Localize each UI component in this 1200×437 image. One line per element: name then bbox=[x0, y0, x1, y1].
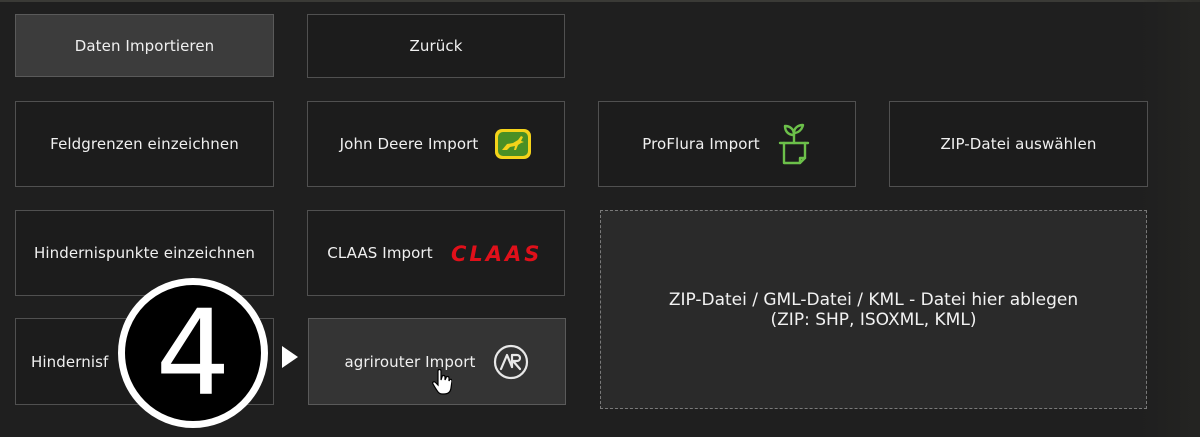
john-deere-import-label: John Deere Import bbox=[339, 135, 479, 153]
import-data-label: Daten Importieren bbox=[74, 36, 215, 55]
proflura-import-button[interactable]: ProFlura Import bbox=[598, 101, 856, 187]
step-number: 4 bbox=[155, 284, 231, 422]
step-pointer-arrow bbox=[282, 346, 298, 368]
claas-import-label: CLAAS Import bbox=[327, 244, 433, 262]
draw-field-boundaries-label: Feldgrenzen einzeichnen bbox=[50, 135, 239, 153]
claas-logo: CLAAS bbox=[449, 241, 545, 265]
draw-obstacle-points-label: Hindernispunkte einzeichnen bbox=[33, 244, 256, 262]
draw-obstacle-points-button[interactable]: Hindernispunkte einzeichnen bbox=[15, 210, 274, 296]
proflura-import-label: ProFlura Import bbox=[642, 135, 760, 153]
file-drop-zone[interactable]: ZIP-Datei / GML-Datei / KML - Datei hier… bbox=[600, 210, 1147, 409]
zip-select-label: ZIP-Datei auswählen bbox=[940, 135, 1097, 153]
agrirouter-import-label: agrirouter Import bbox=[344, 352, 476, 371]
import-data-button[interactable]: Daten Importieren bbox=[15, 14, 274, 77]
draw-obstacle-areas-label: Hindernisf bbox=[31, 352, 109, 371]
draw-field-boundaries-button[interactable]: Feldgrenzen einzeichnen bbox=[15, 101, 274, 187]
john-deere-import-button[interactable]: John Deere Import bbox=[307, 101, 565, 187]
plant-document-icon bbox=[776, 121, 812, 167]
step-number-badge: 4 bbox=[118, 278, 268, 428]
zip-select-button[interactable]: ZIP-Datei auswählen bbox=[889, 101, 1148, 187]
claas-logo-text: CLAAS bbox=[451, 242, 542, 265]
drop-zone-line1: ZIP-Datei / GML-Datei / KML - Datei hier… bbox=[668, 289, 1079, 310]
background-decoration bbox=[1140, 0, 1200, 437]
john-deere-deer-icon bbox=[494, 128, 532, 160]
claas-import-button[interactable]: CLAAS Import CLAAS bbox=[307, 210, 565, 296]
top-border bbox=[0, 0, 1200, 2]
agrirouter-ar-icon bbox=[492, 343, 530, 381]
drop-zone-line2: (ZIP: SHP, ISOXML, KML) bbox=[770, 309, 977, 330]
hand-pointer-cursor bbox=[432, 368, 453, 400]
back-label: Zurück bbox=[409, 37, 463, 55]
back-button[interactable]: Zurück bbox=[307, 14, 565, 78]
